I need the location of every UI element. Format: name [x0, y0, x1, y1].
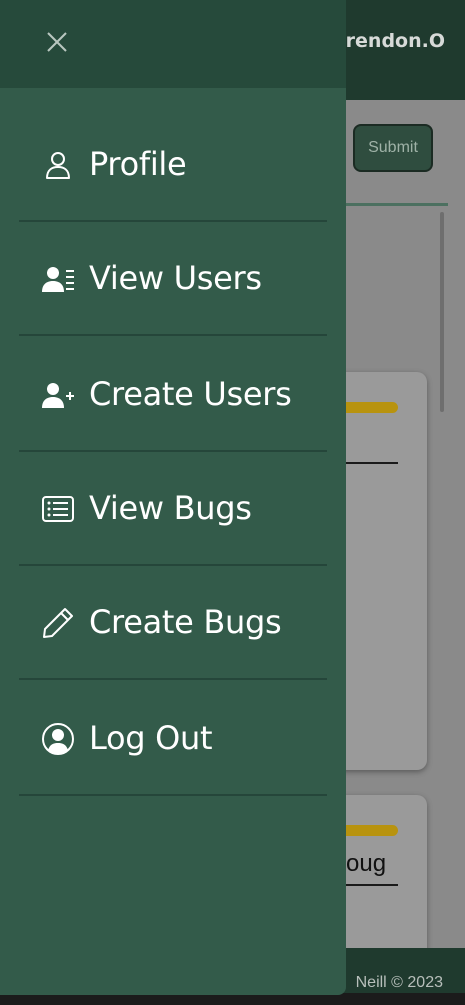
brand-name[interactable]: rendon.O	[346, 30, 445, 52]
nav-item-create-users[interactable]: Create Users	[19, 338, 327, 452]
card-divider	[340, 884, 398, 886]
priority-bar	[338, 402, 398, 413]
search-underline	[340, 203, 448, 206]
nav-label: View Users	[89, 259, 262, 297]
nav-label: Profile	[89, 145, 187, 183]
nav-item-profile[interactable]: Profile	[19, 108, 327, 222]
priority-bar	[338, 825, 398, 836]
drawer-header	[0, 0, 346, 88]
nav-label: Create Users	[89, 375, 292, 413]
nav-item-create-bugs[interactable]: Create Bugs	[19, 566, 327, 680]
person-add-icon	[41, 378, 75, 412]
person-outline-icon	[41, 148, 75, 182]
nav-item-view-users[interactable]: View Users	[19, 222, 327, 336]
nav-item-view-bugs[interactable]: View Bugs	[19, 452, 327, 566]
users-list-icon	[41, 262, 75, 296]
nav-label: Create Bugs	[89, 603, 282, 641]
submit-button[interactable]: Submit	[353, 124, 433, 172]
pencil-icon	[41, 606, 75, 640]
side-drawer: Profile View Users Create Users View Bug…	[0, 0, 346, 995]
card-title: oug	[346, 850, 387, 877]
close-icon[interactable]	[40, 25, 74, 59]
nav-label: View Bugs	[89, 489, 252, 527]
list-box-icon	[41, 492, 75, 526]
card-divider	[340, 462, 398, 464]
footer-copyright: Neill © 2023	[355, 974, 443, 991]
person-circle-icon	[41, 722, 75, 756]
scrollbar[interactable]	[440, 212, 444, 412]
nav-label: Log Out	[89, 719, 213, 757]
nav-item-log-out[interactable]: Log Out	[19, 682, 327, 796]
